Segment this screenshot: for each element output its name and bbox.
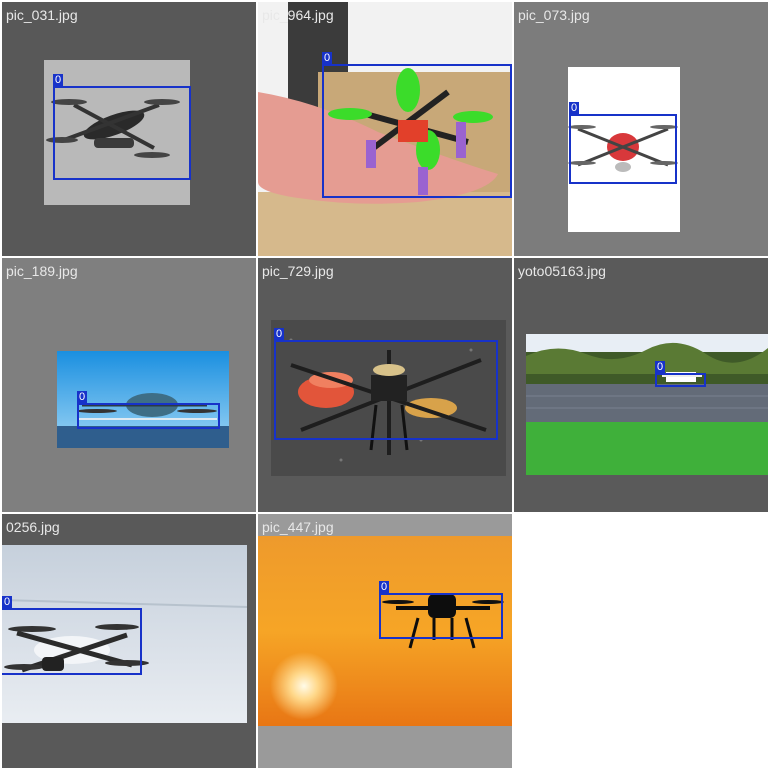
detection-mosaic: pic_031.jpg 0 pic_964.jpg 0 pic_073.jpg … <box>0 0 768 768</box>
bounding-box: 0 <box>322 52 512 198</box>
class-label: 0 <box>2 596 13 609</box>
tile-pic-447: pic_447.jpg 0 <box>258 514 512 768</box>
class-label: 0 <box>379 581 390 594</box>
class-label: 0 <box>655 361 666 374</box>
bounding-box: 0 <box>53 74 191 180</box>
tile-pic-189: pic_189.jpg 0 <box>2 258 256 512</box>
filename-label: pic_729.jpg <box>262 263 334 279</box>
filename-label: yoto05163.jpg <box>518 263 606 279</box>
filename-label: pic_964.jpg <box>262 7 334 23</box>
class-label: 0 <box>274 328 285 341</box>
bounding-box: 0 <box>379 581 503 639</box>
class-label: 0 <box>322 52 333 65</box>
bounding-box: 0 <box>274 328 498 440</box>
bounding-box: 0 <box>2 596 142 675</box>
drone-image <box>526 334 768 475</box>
tile-pic-964: pic_964.jpg 0 <box>258 2 512 256</box>
tile-pic-073: pic_073.jpg 0 <box>514 2 768 256</box>
class-label: 0 <box>569 102 580 115</box>
class-label: 0 <box>53 74 64 87</box>
tile-pic-031: pic_031.jpg 0 <box>2 2 256 256</box>
filename-label: pic_189.jpg <box>6 263 78 279</box>
tile-pic-729: pic_729.jpg 0 <box>258 258 512 512</box>
filename-label: pic_031.jpg <box>6 7 78 23</box>
filename-label: 0256.jpg <box>6 519 60 535</box>
class-label: 0 <box>77 391 88 404</box>
tile-yoto05163: yoto05163.jpg 0 <box>514 258 768 512</box>
filename-label: pic_073.jpg <box>518 7 590 23</box>
bounding-box: 0 <box>655 361 706 387</box>
tile-0256: 0256.jpg 0 <box>2 514 256 768</box>
bounding-box: 0 <box>569 102 677 184</box>
filename-label: pic_447.jpg <box>262 519 334 535</box>
bounding-box: 0 <box>77 391 220 429</box>
